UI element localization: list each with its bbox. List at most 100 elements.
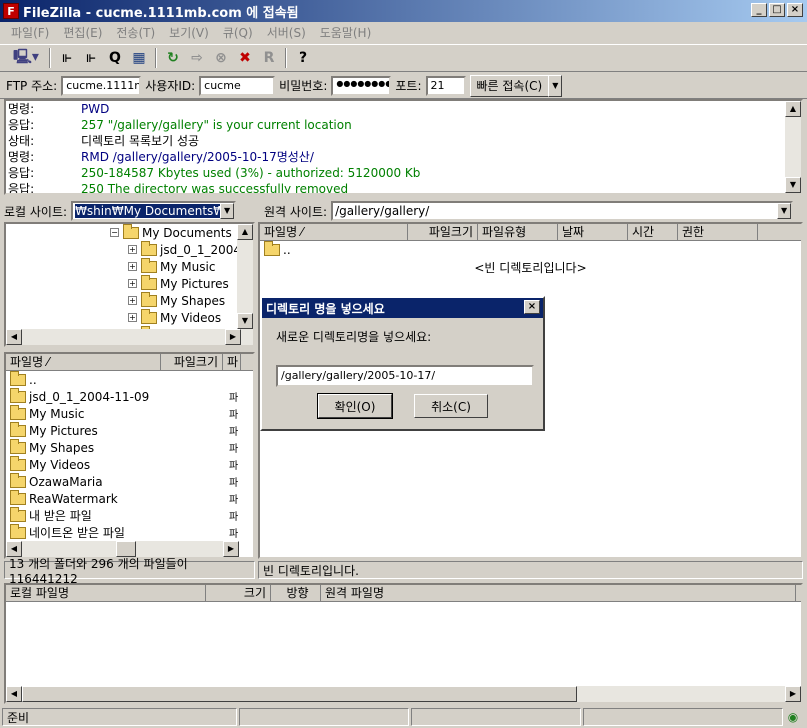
list-item[interactable]: 네이트온 받은 파일 파 bbox=[6, 523, 253, 541]
expand-icon[interactable]: + bbox=[128, 262, 137, 271]
new-directory-dialog: 디렉토리 명을 넣으세요 × 새로운 디렉토리명을 넣으세요: /gallery… bbox=[260, 296, 545, 431]
cancel-button[interactable]: 취소(C) bbox=[414, 394, 488, 418]
remote-col-date[interactable]: 날짜 bbox=[558, 224, 628, 240]
queue-col-remote[interactable]: 원격 파일명 bbox=[321, 585, 796, 601]
maximize-button[interactable]: □ bbox=[769, 3, 785, 17]
queue-col-direction[interactable]: 방향 bbox=[271, 585, 321, 601]
scroll-right-arrow-icon[interactable]: ▶ bbox=[785, 686, 801, 702]
queue-col-local[interactable]: 로컬 파일명 bbox=[6, 585, 206, 601]
menu-queue[interactable]: 큐(Q) bbox=[216, 24, 260, 41]
local-col-type[interactable]: 파 bbox=[223, 354, 241, 370]
message-log: 명령: PWD 응답: 257 "/gallery/gallery" is your … bbox=[4, 99, 803, 195]
filezilla-logo-icon: F bbox=[3, 3, 19, 19]
empty-directory-text: <빈 디렉토리입니다> bbox=[474, 261, 587, 275]
file-name: My Pictures bbox=[29, 423, 98, 438]
user-id-input[interactable]: cucme bbox=[199, 75, 276, 96]
list-item[interactable]: .. bbox=[6, 370, 253, 388]
cancel-icon[interactable]: ⊗ bbox=[210, 47, 232, 69]
toggle-log-icon[interactable]: ⊩ bbox=[56, 47, 78, 69]
toggle-queue-icon[interactable]: Q bbox=[104, 47, 126, 69]
remote-col-time[interactable]: 시간 bbox=[628, 224, 678, 240]
file-name: ReaWatermark bbox=[29, 491, 118, 506]
password-input[interactable]: ●●●●●●●●● bbox=[331, 75, 392, 96]
scroll-thumb[interactable] bbox=[22, 686, 577, 702]
list-item[interactable]: My Pictures 파 bbox=[6, 421, 253, 439]
scroll-left-arrow-icon[interactable]: ◀ bbox=[6, 686, 22, 702]
remote-col-size[interactable]: 파일크기 bbox=[408, 224, 478, 240]
toggle-view-icon[interactable]: ▦ bbox=[128, 47, 150, 69]
expand-icon[interactable]: + bbox=[128, 296, 137, 305]
list-item[interactable]: My Videos 파 bbox=[6, 455, 253, 473]
expand-icon[interactable]: + bbox=[128, 313, 137, 322]
tree-item[interactable]: + My Music bbox=[106, 257, 253, 275]
tree-item[interactable]: + My Shapes bbox=[106, 291, 253, 309]
local-col-name[interactable]: 파일명 ⁄ bbox=[6, 354, 161, 370]
help-icon[interactable]: ? bbox=[292, 47, 314, 69]
tree-item[interactable]: + jsd_0_1_2004- bbox=[106, 240, 253, 258]
queue-hscrollbar[interactable]: ◀ ▶ bbox=[6, 686, 801, 702]
collapse-icon[interactable]: − bbox=[110, 228, 119, 237]
menu-view[interactable]: 보기(V) bbox=[162, 24, 216, 41]
chevron-down-icon[interactable]: ▼ bbox=[220, 203, 235, 219]
directory-name-input[interactable]: /gallery/gallery/2005-10-17/ bbox=[276, 365, 534, 387]
scroll-left-arrow-icon[interactable]: ◀ bbox=[6, 329, 22, 345]
minimize-button[interactable]: _ bbox=[751, 3, 767, 17]
folder-icon bbox=[10, 489, 26, 505]
reconnect-icon[interactable]: R bbox=[258, 47, 280, 69]
remote-site-label: 원격 사이트: bbox=[264, 204, 328, 219]
list-item[interactable]: ReaWatermark 파 bbox=[6, 489, 253, 507]
menu-help[interactable]: 도움말(H) bbox=[313, 24, 379, 41]
queue-col-size[interactable]: 크기 bbox=[206, 585, 271, 601]
chevron-down-icon[interactable]: ▼ bbox=[777, 203, 792, 219]
port-input[interactable]: 21 bbox=[425, 75, 466, 96]
toggle-tree-icon[interactable]: ⊩ bbox=[80, 47, 102, 69]
scroll-up-arrow-icon[interactable]: ▲ bbox=[785, 101, 801, 117]
list-item[interactable]: My Music 파 bbox=[6, 404, 253, 422]
log-type: 응답: bbox=[8, 118, 35, 132]
folder-icon bbox=[10, 404, 26, 420]
local-col-size[interactable]: 파일크기 bbox=[161, 354, 223, 370]
folder-icon bbox=[10, 472, 26, 488]
menu-server[interactable]: 서버(S) bbox=[260, 24, 313, 41]
quick-connect-dropdown-button[interactable]: ▼ bbox=[548, 74, 563, 97]
log-scrollbar[interactable]: ▲ ▼ bbox=[785, 101, 801, 193]
remote-site-combo[interactable]: /gallery/gallery/ ▼ bbox=[331, 201, 794, 221]
menu-file[interactable]: 파일(F) bbox=[4, 24, 56, 41]
local-site-bar: 로컬 사이트: ₩shin₩My Documents₩ ▼ bbox=[0, 200, 257, 222]
close-button[interactable]: × bbox=[787, 3, 803, 17]
list-item[interactable]: OzawaMaria 파 bbox=[6, 472, 253, 490]
expand-icon[interactable]: + bbox=[128, 245, 137, 254]
tree-hscrollbar[interactable]: ◀ ▶ bbox=[6, 329, 241, 345]
site-manager-icon[interactable]: 🖳▾ bbox=[8, 47, 44, 69]
remote-col-name[interactable]: 파일명 ⁄ bbox=[260, 224, 408, 240]
menu-transfer[interactable]: 전송(T) bbox=[109, 24, 162, 41]
tree-item[interactable]: + My Videos bbox=[106, 308, 253, 326]
file-name: My Music bbox=[29, 406, 85, 421]
remote-col-perm[interactable]: 권한 bbox=[678, 224, 758, 240]
dialog-close-icon[interactable]: × bbox=[524, 300, 540, 314]
process-queue-icon[interactable]: ⇨ bbox=[186, 47, 208, 69]
disconnect-icon[interactable]: ✖ bbox=[234, 47, 256, 69]
menu-bar: 파일(F) 편집(E) 전송(T) 보기(V) 큐(Q) 서버(S) 도움말(H… bbox=[0, 22, 807, 42]
expand-icon[interactable]: + bbox=[128, 279, 137, 288]
menu-edit[interactable]: 편집(E) bbox=[56, 24, 109, 41]
list-item[interactable]: My Shapes 파 bbox=[6, 438, 253, 456]
list-item[interactable]: 내 받은 파일 파 bbox=[6, 506, 253, 524]
tree-item[interactable]: − My Documents bbox=[106, 224, 253, 241]
ok-button[interactable]: 확인(O) bbox=[317, 393, 393, 419]
tree-scrollbar[interactable]: ▲ ▼ bbox=[237, 224, 253, 345]
list-item[interactable]: .. bbox=[260, 240, 801, 258]
scroll-right-arrow-icon[interactable]: ▶ bbox=[225, 329, 241, 345]
quick-connect-button[interactable]: 빠른 접속(C) bbox=[469, 74, 550, 97]
file-name: 내 받은 파일 bbox=[29, 509, 92, 523]
remote-col-type[interactable]: 파일유형 bbox=[478, 224, 558, 240]
local-tree: − My Documents + jsd_0_1_2004- + My Music + My … bbox=[4, 222, 255, 347]
local-site-combo[interactable]: ₩shin₩My Documents₩ ▼ bbox=[71, 201, 237, 221]
scroll-up-arrow-icon[interactable]: ▲ bbox=[237, 224, 253, 240]
ftp-address-input[interactable]: cucme.1111mb. bbox=[61, 75, 142, 96]
list-item[interactable]: jsd_0_1_2004-11-09 파 bbox=[6, 387, 253, 405]
tree-item[interactable]: + My Pictures bbox=[106, 274, 253, 292]
scroll-down-arrow-icon[interactable]: ▼ bbox=[785, 177, 801, 193]
scroll-down-arrow-icon[interactable]: ▼ bbox=[237, 313, 253, 329]
refresh-icon[interactable]: ↻ bbox=[162, 47, 184, 69]
